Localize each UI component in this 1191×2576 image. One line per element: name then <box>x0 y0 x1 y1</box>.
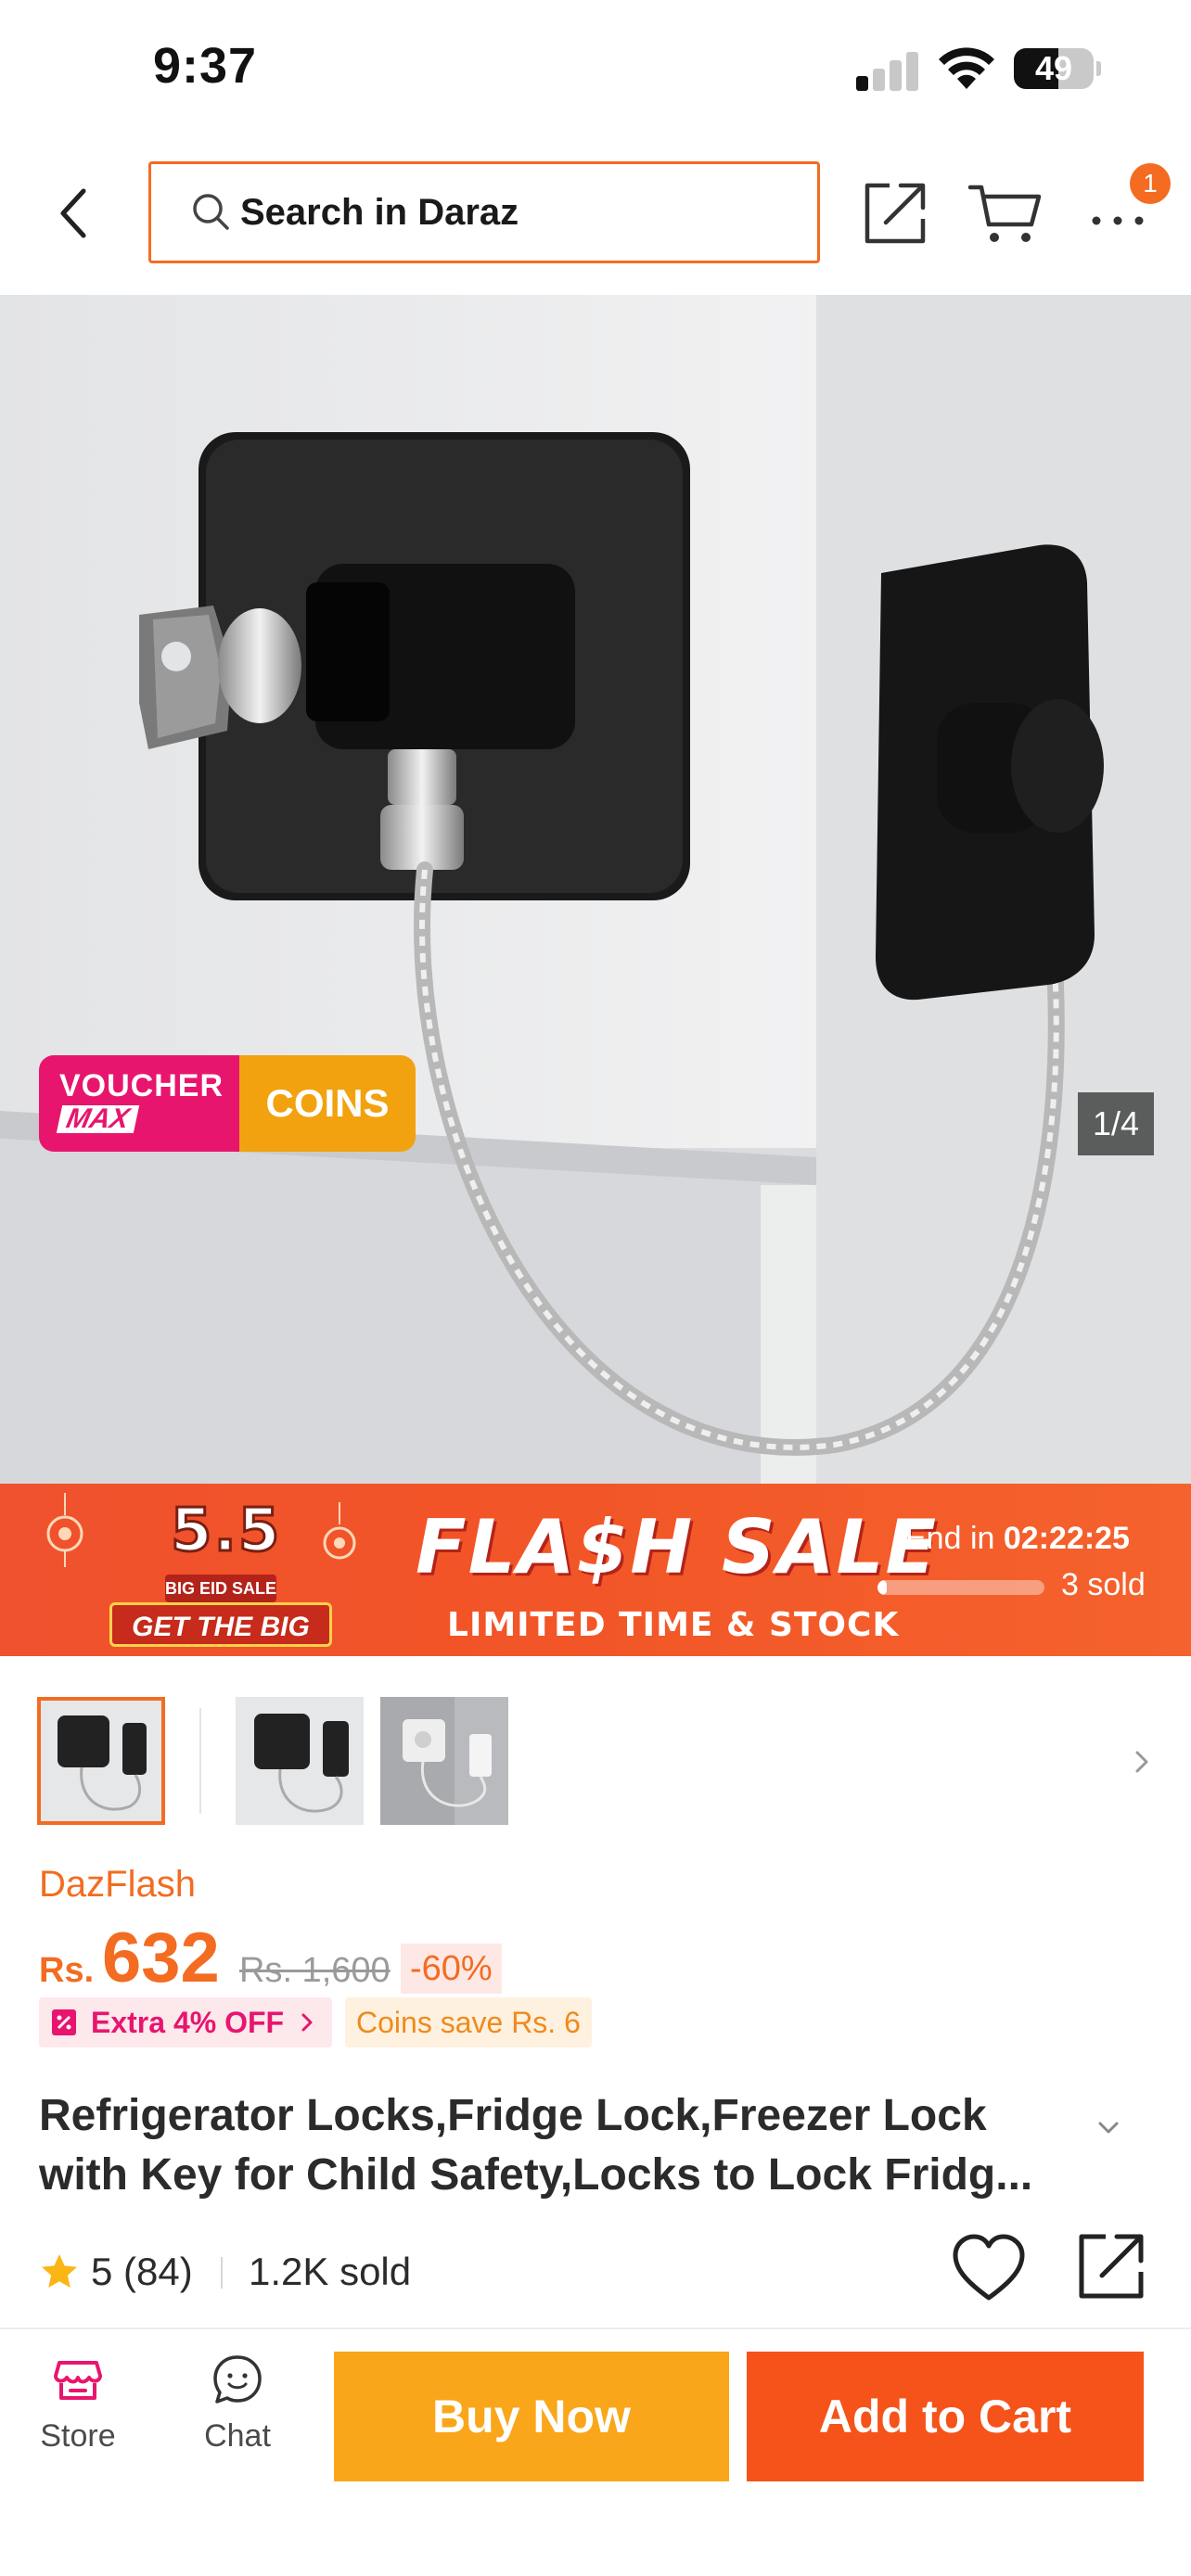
thumbnail-strip <box>0 1669 1191 1832</box>
image-counter: 1/4 <box>1078 1092 1154 1155</box>
original-price: Rs. 1,600 <box>239 1951 391 1990</box>
store-icon <box>54 2361 102 2400</box>
thumbnail-1[interactable] <box>37 1697 165 1825</box>
buy-now-button[interactable]: Buy Now <box>334 2352 729 2481</box>
timer-label: End in <box>905 1521 995 1556</box>
cellular-signal-icon <box>856 48 919 91</box>
add-to-cart-button[interactable]: Add to Cart <box>747 2352 1144 2481</box>
product-image-carousel[interactable]: VOUCHER MAX COINS 1/4 <box>0 295 1191 1484</box>
flash-sale-subtitle: LIMITED TIME & STOCK <box>447 1606 900 1644</box>
promo-row: Extra 4% OFF Coins save Rs. 6 <box>39 1997 1152 2047</box>
voucher-max-coins-badge[interactable]: VOUCHER MAX COINS <box>39 1055 416 1152</box>
chat-label: Chat <box>204 2418 271 2454</box>
flash-sale-title: FLA$H SALE <box>416 1504 939 1590</box>
rating-value: 5 (84) <box>91 2250 193 2293</box>
product-photo <box>0 295 1191 1484</box>
status-bar: 9:37 49 <box>0 0 1191 139</box>
price-currency: Rs. <box>39 1951 95 1990</box>
thumbnail-3[interactable] <box>380 1697 508 1825</box>
chevron-right-icon <box>301 2013 313 2032</box>
product-title[interactable]: Refrigerator Locks,Fridge Lock,Freezer L… <box>39 2086 1069 2205</box>
search-icon <box>193 194 229 230</box>
flash-sale-banner[interactable]: 5.5 BIG EID SALE GET THE BIG ONE! FLA$H … <box>0 1484 1191 1656</box>
back-button[interactable] <box>37 176 111 250</box>
wifi-icon <box>939 47 994 89</box>
thumbnail-2[interactable] <box>236 1697 364 1825</box>
bottom-action-bar: Store Chat Buy Now Add to Cart <box>0 2327 1191 2576</box>
product-title-line-1: Refrigerator Locks,Fridge Lock,Freezer L… <box>39 2091 987 2140</box>
sold-text: 3 sold <box>1061 1567 1146 1602</box>
back-icon <box>60 188 86 238</box>
store-name[interactable]: DazFlash <box>39 1864 196 1906</box>
sold-progress-fill <box>877 1580 887 1595</box>
chat-button[interactable]: Chat <box>182 2353 293 2465</box>
store-label: Store <box>40 2418 116 2454</box>
voucher-icon <box>52 2009 76 2035</box>
eid-sale-logo: 5.5 BIG EID SALE GET THE BIG ONE! <box>102 1496 334 1651</box>
eid-event-number: 5.5 <box>169 1496 282 1567</box>
share-icon[interactable] <box>1074 2229 1148 2303</box>
sold-count: 1.2K sold <box>249 2250 412 2293</box>
wishlist-heart-icon[interactable] <box>950 2231 1028 2305</box>
battery-level: 49 <box>1034 49 1073 87</box>
timer-countdown: 02:22:25 <box>1003 1521 1130 1556</box>
voucher-label: VOUCHER <box>59 1068 224 1103</box>
flash-sale-timer: End in 02:22:25 <box>905 1521 1130 1557</box>
chat-icon <box>213 2355 262 2404</box>
coins-save-tag: Coins save Rs. 6 <box>345 1997 592 2047</box>
sold-progress-bar <box>877 1580 1044 1595</box>
eid-event-name: BIG EID SALE <box>165 1575 276 1602</box>
voucher-max-label: MAX <box>56 1103 139 1134</box>
chevron-down-icon[interactable] <box>1093 2114 1124 2142</box>
extra-off-promo[interactable]: Extra 4% OFF <box>39 1997 333 2047</box>
search-input[interactable]: Search in Daraz <box>148 161 820 263</box>
price-row: Rs. 632 Rs. 1,600 -60% <box>39 1918 1152 1997</box>
battery-icon: 49 <box>1014 48 1101 89</box>
top-navigation: Search in Daraz 1 <box>0 139 1191 295</box>
search-placeholder: Search in Daraz <box>240 191 519 233</box>
eid-event-slogan: GET THE BIG ONE! <box>109 1602 332 1647</box>
extra-off-label: Extra 4% OFF <box>91 2006 285 2039</box>
lantern-icon <box>46 1493 83 1567</box>
share-icon[interactable] <box>858 176 932 250</box>
star-icon <box>42 2254 77 2288</box>
discount-badge: -60% <box>401 1944 502 1994</box>
cart-badge: 1 <box>1130 163 1171 204</box>
store-button[interactable]: Store <box>22 2353 134 2465</box>
product-title-line-2: with Key for Child Safety,Locks to Lock … <box>39 2150 1033 2200</box>
price-amount: 632 <box>102 1919 220 1997</box>
chevron-right-icon[interactable] <box>1126 1743 1158 1780</box>
cart-icon[interactable] <box>967 176 1044 250</box>
status-time: 9:37 <box>153 38 258 94</box>
coins-label: COINS <box>239 1055 416 1152</box>
